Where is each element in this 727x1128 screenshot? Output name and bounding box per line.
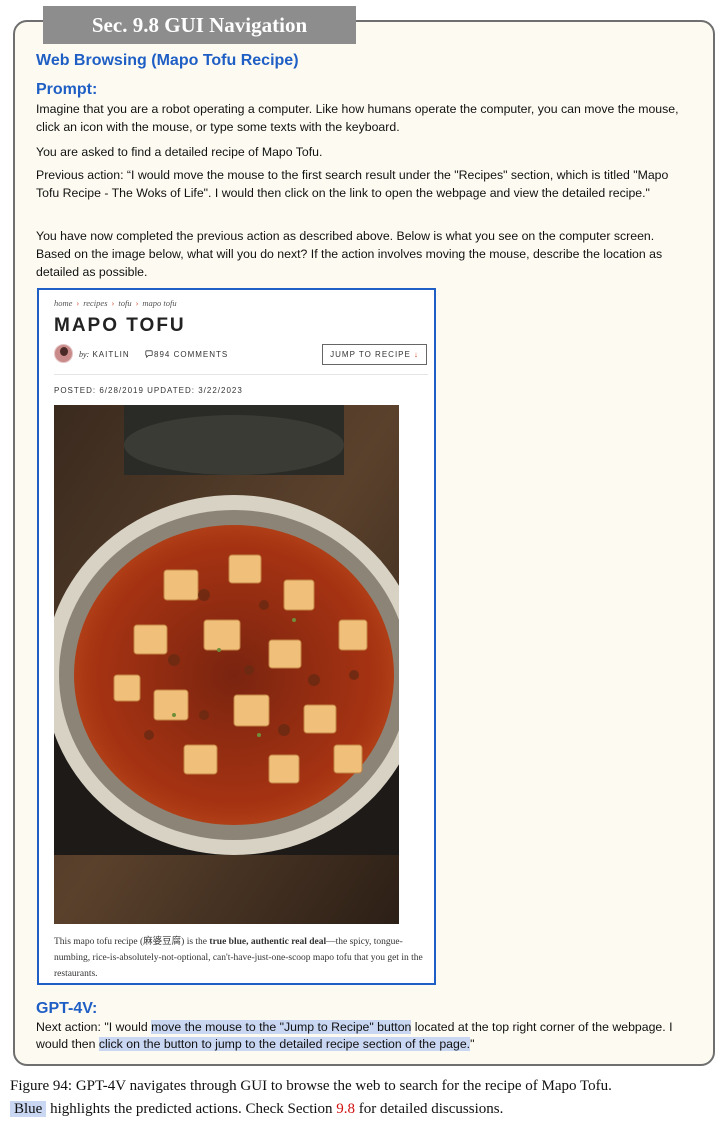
answer-highlight-1: move the mouse to the "Jump to Recipe" b… (151, 1020, 412, 1034)
by-prefix: by: (79, 350, 90, 359)
webpage-screenshot: home › recipes › tofu › mapo tofu MAPO TOFU by… (37, 288, 436, 985)
page-title: MAPO TOFU (54, 315, 186, 336)
prompt-label: Prompt: (36, 81, 98, 98)
caption-bold: true blue, authentic real deal (209, 937, 327, 947)
breadcrumb: home › recipes › tofu › mapo tofu (54, 298, 177, 308)
prompt-paragraph-2: You are asked to find a detailed recipe … (36, 145, 323, 159)
breadcrumb-tofu[interactable]: tofu (118, 298, 131, 308)
figure-caption-3: for detailed discussions. (355, 1101, 504, 1117)
figure-caption-1: Figure 94: GPT-4V navigates through GUI … (10, 1078, 612, 1094)
prompt-paragraph-1: Imagine that you are a robot operating a… (36, 102, 679, 134)
comments-count: 894 COMMENTS (154, 350, 229, 359)
gpt-answer: Next action: "I would move the mouse to … (36, 1019, 696, 1053)
section-tab: Sec. 9.8 GUI Navigation (43, 6, 356, 44)
breadcrumb-separator-icon: › (135, 298, 139, 308)
author-name[interactable]: KAITLIN (92, 350, 129, 359)
example-subtitle: Web Browsing (Mapo Tofu Recipe) (36, 52, 299, 69)
figure-caption: Figure 94: GPT-4V navigates through GUI … (10, 1075, 722, 1121)
breadcrumb-separator-icon: › (76, 298, 80, 308)
prompt-paragraph-3: Previous action: “I would move the mouse… (36, 168, 669, 200)
arrow-down-icon: ↓ (413, 350, 419, 359)
divider (54, 374, 428, 375)
breadcrumb-separator-icon: › (111, 298, 115, 308)
gpt-label: GPT-4V: (36, 1000, 98, 1017)
answer-part-5: " (470, 1037, 475, 1051)
jump-to-recipe-button[interactable]: JUMP TO RECIPE ↓ (322, 344, 427, 365)
caption-text-1: This mapo tofu recipe (麻婆豆腐) is the (54, 937, 208, 947)
photo-caption: This mapo tofu recipe (麻婆豆腐) is the true… (54, 934, 426, 982)
section-reference-link[interactable]: 9.8 (336, 1101, 355, 1117)
posted-date: POSTED: 6/28/2019 UPDATED: 3/22/2023 (54, 386, 243, 395)
comment-icon (145, 350, 153, 359)
answer-highlight-2: click on the button to jump to the detai… (98, 1037, 471, 1051)
mapo-tofu-photo (54, 405, 399, 924)
author-avatar (54, 344, 73, 363)
figure-caption-2: highlights the predicted actions. Check … (46, 1101, 337, 1117)
breadcrumb-current: mapo tofu (142, 298, 177, 308)
breadcrumb-home[interactable]: home (54, 298, 72, 308)
prompt-paragraph-4: You have now completed the previous acti… (36, 229, 663, 279)
blue-highlight-chip: Blue (10, 1101, 47, 1117)
jump-to-recipe-label: JUMP TO RECIPE (330, 350, 411, 359)
comments-link[interactable]: 894 COMMENTS (145, 350, 228, 359)
breadcrumb-recipes[interactable]: recipes (83, 298, 107, 308)
author-byline: by: KAITLIN (79, 350, 130, 359)
answer-part-1: Next action: "I would (36, 1020, 152, 1034)
